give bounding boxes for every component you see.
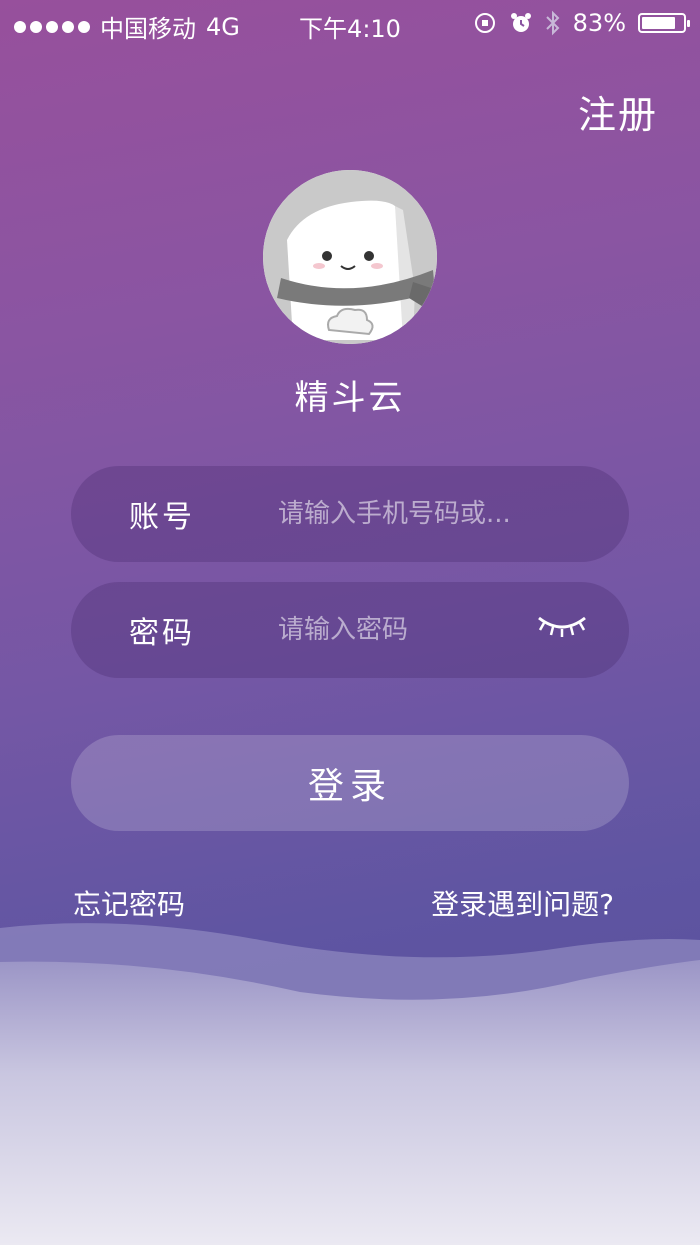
account-input[interactable] [276,498,550,530]
status-bar: 中国移动 4G 下午4:10 83% [0,0,700,48]
orientation-lock-icon [474,13,495,33]
wave-decoration [0,923,700,1245]
password-field: 密码 [71,582,629,678]
account-label: 账号 [129,500,195,535]
register-link[interactable]: 注册 [578,84,658,139]
alarm-icon [510,13,531,32]
password-input[interactable] [276,614,550,646]
battery-icon [638,13,690,33]
avatar [263,170,437,344]
mascot-icon [263,170,437,344]
battery-percent: 83% [572,9,626,37]
account-field: 账号 [71,466,629,562]
app-name: 精斗云 [294,378,406,418]
status-right: 83% [473,9,690,37]
login-button[interactable]: 登录 [71,735,629,831]
bluetooth-icon [545,10,560,36]
eye-closed-icon[interactable] [535,612,589,642]
password-label: 密码 [129,616,195,651]
